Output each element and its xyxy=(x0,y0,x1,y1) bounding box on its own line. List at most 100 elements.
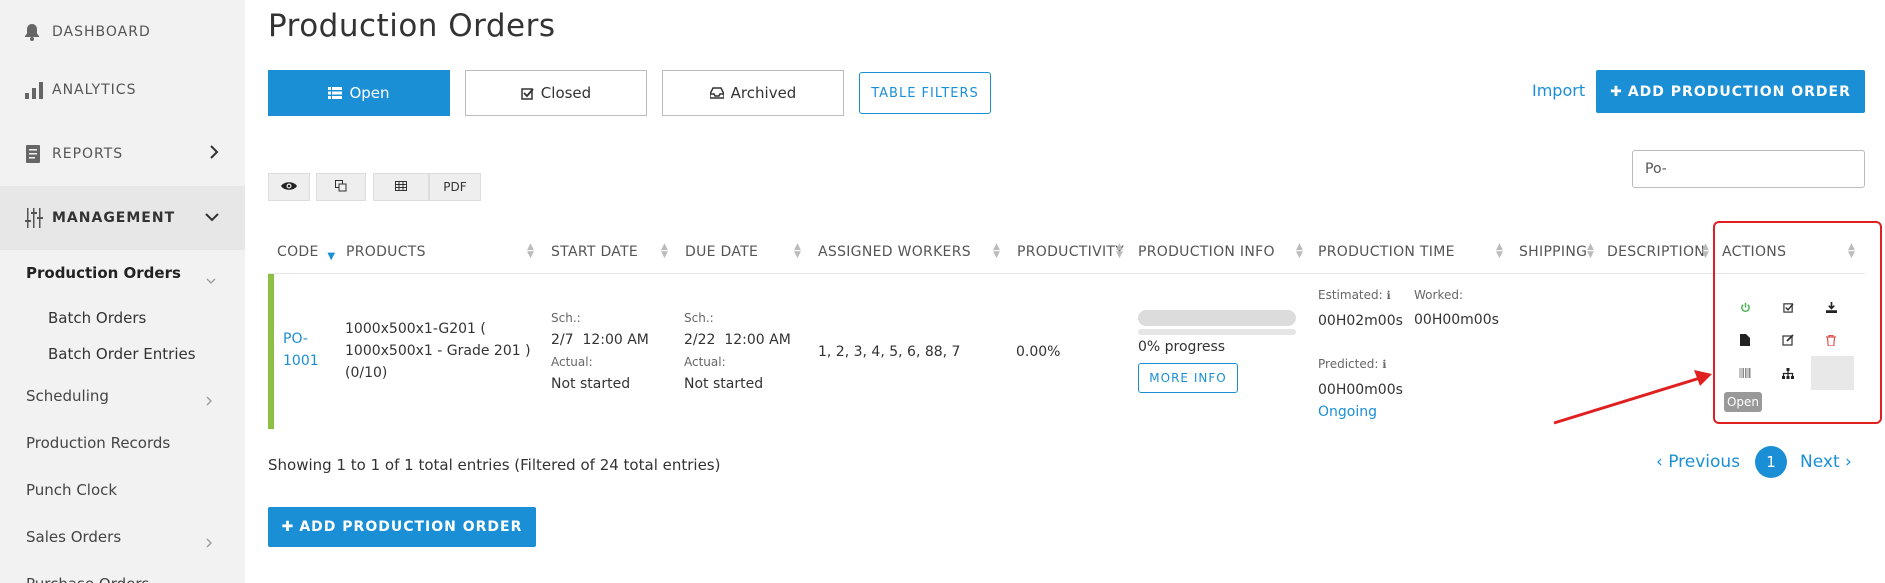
due-actual-value: Not started xyxy=(684,376,764,392)
eye-icon xyxy=(281,180,297,194)
info-icon: ℹ xyxy=(1382,358,1387,371)
add-production-order-label: ADD PRODUCTION ORDER xyxy=(1627,83,1851,100)
order-code-link[interactable]: PO- 1001 xyxy=(283,328,319,372)
header-shipping[interactable]: SHIPPING xyxy=(1519,244,1587,260)
progress-text: 0% progress xyxy=(1138,339,1226,355)
header-products[interactable]: PRODUCTS xyxy=(346,244,426,260)
worked-block: Worked: 00H00m00s xyxy=(1414,284,1499,331)
sort-desc-icon: ▼ xyxy=(327,251,336,262)
summary-text: to xyxy=(345,456,371,474)
due-date-value: 2/22 xyxy=(684,332,716,348)
more-info-button[interactable]: MORE INFO xyxy=(1138,363,1238,393)
productivity-value: 0.00% xyxy=(1016,344,1061,360)
sort-icon: ▲ ▼ xyxy=(527,242,534,260)
header-description[interactable]: DESCRIPTION xyxy=(1607,244,1705,260)
actual-label: Actual: xyxy=(551,355,593,369)
summary-total: 1 xyxy=(404,456,414,474)
summary-text: total entries (Filtered of 24 total entr… xyxy=(413,456,721,474)
product-line: 1000x500x1-G201 ( xyxy=(345,321,486,337)
chevron-down-icon xyxy=(206,270,216,289)
header-productivity[interactable]: PRODUCTIVITY xyxy=(1017,244,1124,260)
chevron-right-icon xyxy=(206,391,213,410)
sort-icon: ▲ ▼ xyxy=(993,242,1000,260)
nav-punch-clock[interactable]: Punch Clock xyxy=(26,481,117,499)
sort-icon: ▲ ▼ xyxy=(1702,242,1709,260)
inbox-icon xyxy=(709,87,724,99)
tab-closed-label: Closed xyxy=(540,84,592,102)
import-link[interactable]: Import xyxy=(1532,81,1585,100)
predicted-value: 00H00m00s xyxy=(1318,382,1403,398)
add-production-order-button-top[interactable]: ✚ ADD PRODUCTION ORDER xyxy=(1596,70,1865,113)
nav-management[interactable]: MANAGEMENT xyxy=(0,186,245,250)
previous-page-link[interactable]: ‹ Previous xyxy=(1656,452,1740,472)
add-production-order-button-bottom[interactable]: ✚ ADD PRODUCTION ORDER xyxy=(268,507,536,547)
worked-value: 00H00m00s xyxy=(1414,312,1499,328)
sort-icon: ▲ ▼ xyxy=(1296,242,1303,260)
nav-purchase-orders[interactable]: Purchase Orders xyxy=(26,575,149,583)
scheduled-label: Sch.: xyxy=(684,311,714,325)
estimated-value: 00H02m00s xyxy=(1318,313,1403,329)
next-label: Next xyxy=(1800,452,1840,472)
sort-icon: ▲ ▼ xyxy=(1496,242,1503,260)
estimated-block: Estimated: ℹ 00H02m00s xyxy=(1318,284,1403,332)
sliders-icon xyxy=(24,207,52,229)
start-time-value: 12:00 AM xyxy=(582,332,649,348)
scheduled-label: Sch.: xyxy=(551,311,581,325)
tab-open[interactable]: Open xyxy=(268,70,450,116)
nav-analytics-label: ANALYTICS xyxy=(52,82,137,98)
plus-icon: ✚ xyxy=(1610,83,1623,100)
header-due-date[interactable]: DUE DATE xyxy=(685,244,758,260)
status-link[interactable]: Ongoing xyxy=(1318,401,1403,423)
sidebar: DASHBOARD ANALYTICS REPORTS MANAGEMENT P… xyxy=(0,0,245,583)
tab-open-label: Open xyxy=(349,84,390,102)
info-icon: ℹ xyxy=(1386,289,1391,302)
next-page-link[interactable]: Next › xyxy=(1800,452,1852,472)
due-time-value: 12:00 AM xyxy=(724,332,791,348)
header-code[interactable]: CODE ▼ xyxy=(277,244,336,262)
nav-reports[interactable]: REPORTS xyxy=(0,122,245,186)
predicted-label: Predicted: xyxy=(1318,357,1379,371)
sort-icon: ▲ ▼ xyxy=(1587,242,1594,260)
worked-label: Worked: xyxy=(1414,288,1464,302)
product-quantity: (0/10) xyxy=(345,365,388,381)
tab-archived[interactable]: Archived xyxy=(662,70,844,116)
actual-label: Actual: xyxy=(684,355,726,369)
nav-management-label: MANAGEMENT xyxy=(52,210,176,226)
predicted-block: Predicted: ℹ 00H00m00s Ongoing xyxy=(1318,353,1403,423)
nav-production-orders[interactable]: Production Orders xyxy=(26,264,181,282)
entries-summary: Showing 1 to 1 of 1 total entries (Filte… xyxy=(268,456,720,474)
start-date-cell: Sch.: 2/7 12:00 AM Actual: Not started xyxy=(551,307,649,395)
copy-icon xyxy=(335,179,347,195)
nav-scheduling[interactable]: Scheduling xyxy=(26,387,109,405)
plus-icon: ✚ xyxy=(281,519,295,535)
nav-dashboard[interactable]: DASHBOARD xyxy=(0,0,245,64)
search-input[interactable] xyxy=(1632,150,1865,188)
table-filters-button[interactable]: TABLE FILTERS xyxy=(859,72,991,114)
assigned-workers-value: 1, 2, 3, 4, 5, 6, 88, 7 xyxy=(818,344,961,360)
table-icon xyxy=(395,180,407,194)
header-production-time[interactable]: PRODUCTION TIME xyxy=(1318,244,1455,260)
previous-label: Previous xyxy=(1668,452,1741,472)
header-start-date[interactable]: START DATE xyxy=(551,244,638,260)
copy-button[interactable] xyxy=(316,173,366,201)
list-icon xyxy=(328,87,343,99)
chevron-right-icon xyxy=(206,533,213,552)
nav-sales-orders[interactable]: Sales Orders xyxy=(26,528,121,546)
summary-from: 1 xyxy=(336,456,346,474)
nav-analytics[interactable]: ANALYTICS xyxy=(0,58,245,122)
page-1-button[interactable]: 1 xyxy=(1755,446,1787,478)
nav-batch-orders[interactable]: Batch Orders xyxy=(48,309,146,327)
nav-batch-order-entries[interactable]: Batch Order Entries xyxy=(48,345,196,363)
header-production-info[interactable]: PRODUCTION INFO xyxy=(1138,244,1275,260)
progress-bar xyxy=(1138,310,1296,326)
products-cell: 1000x500x1-G201 ( 1000x500x1 - Grade 201… xyxy=(345,318,531,384)
document-icon xyxy=(24,144,52,164)
tab-closed[interactable]: Closed xyxy=(465,70,647,116)
header-assigned-workers[interactable]: ASSIGNED WORKERS xyxy=(818,244,971,260)
page-title: Production Orders xyxy=(268,8,556,44)
summary-text: of xyxy=(380,456,405,474)
excel-button[interactable] xyxy=(373,173,429,201)
nav-production-records[interactable]: Production Records xyxy=(26,434,170,452)
pdf-button[interactable]: PDF xyxy=(429,173,481,201)
column-visibility-button[interactable] xyxy=(268,173,310,201)
